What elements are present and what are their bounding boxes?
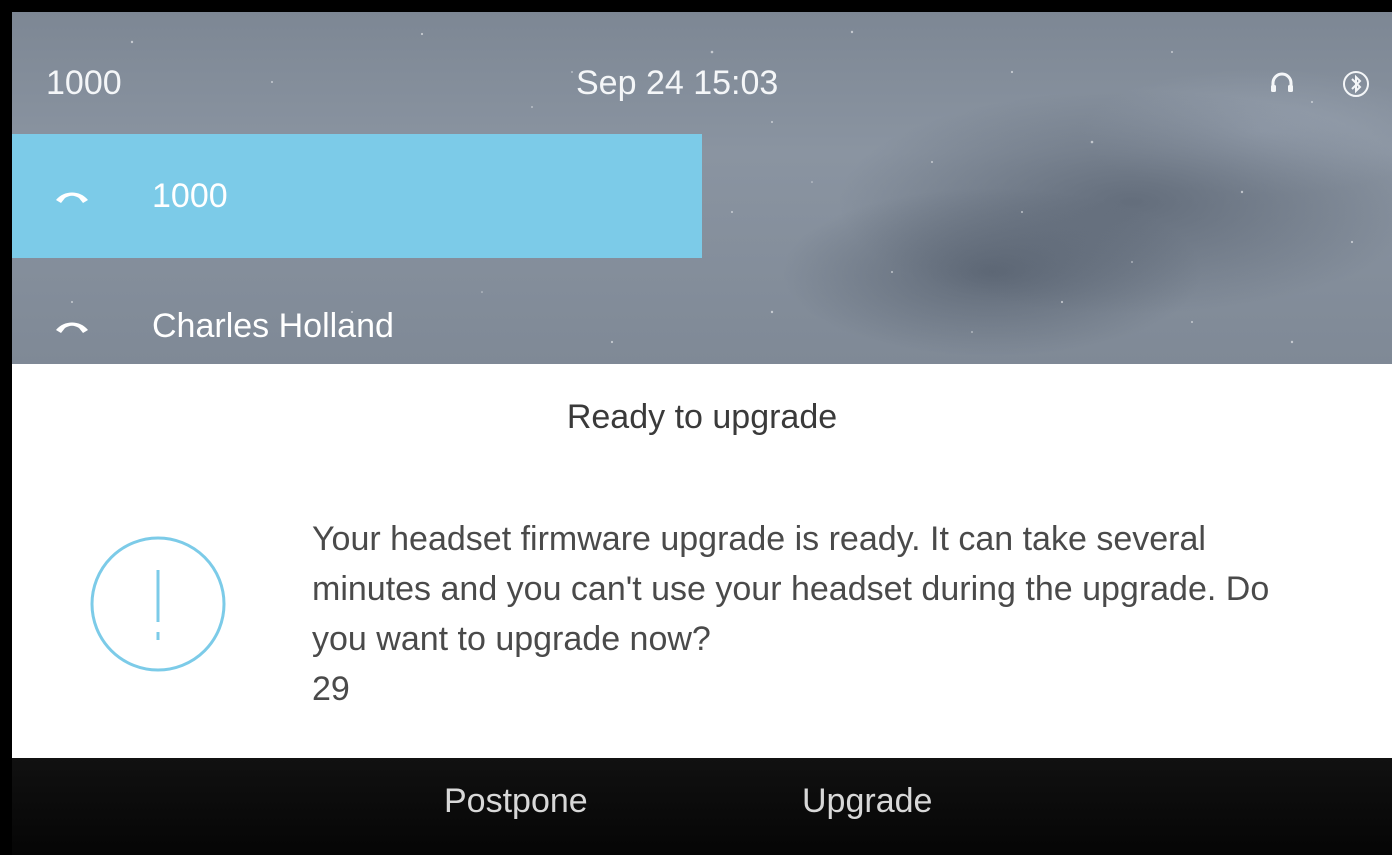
status-date-time: Sep 24 15:03 (576, 64, 779, 102)
status-bar: 1000 Sep 24 15:03 (12, 12, 1392, 134)
postpone-button[interactable]: Postpone (444, 782, 588, 821)
upgrade-button[interactable]: Upgrade (802, 782, 932, 821)
status-line-number: 1000 (46, 64, 122, 102)
line-label: Charles Holland (152, 306, 394, 345)
dialog-title: Ready to upgrade (566, 398, 838, 436)
dialog-message-container: Your headset firmware upgrade is ready. … (312, 514, 1312, 714)
phone-handset-icon (56, 322, 88, 333)
headset-icon (1271, 72, 1293, 92)
countdown-timer: 29 (312, 670, 350, 708)
upgrade-dialog: Ready to upgrade Your headset firmware u… (12, 364, 1392, 758)
line-key-1000[interactable]: 1000 (12, 134, 702, 258)
line-label: 1000 (152, 176, 228, 215)
softkey-bar: Postpone Upgrade (12, 758, 1392, 855)
alert-icon (90, 536, 226, 672)
wallpaper: 1000 Sep 24 15:03 1000 Charles Holland (12, 12, 1392, 364)
bluetooth-icon (1343, 71, 1369, 97)
dialog-message: Your headset firmware upgrade is ready. … (312, 520, 1270, 658)
phone-screen: 1000 Sep 24 15:03 1000 Charles Holland R… (0, 0, 1392, 855)
phone-handset-icon (56, 192, 88, 203)
